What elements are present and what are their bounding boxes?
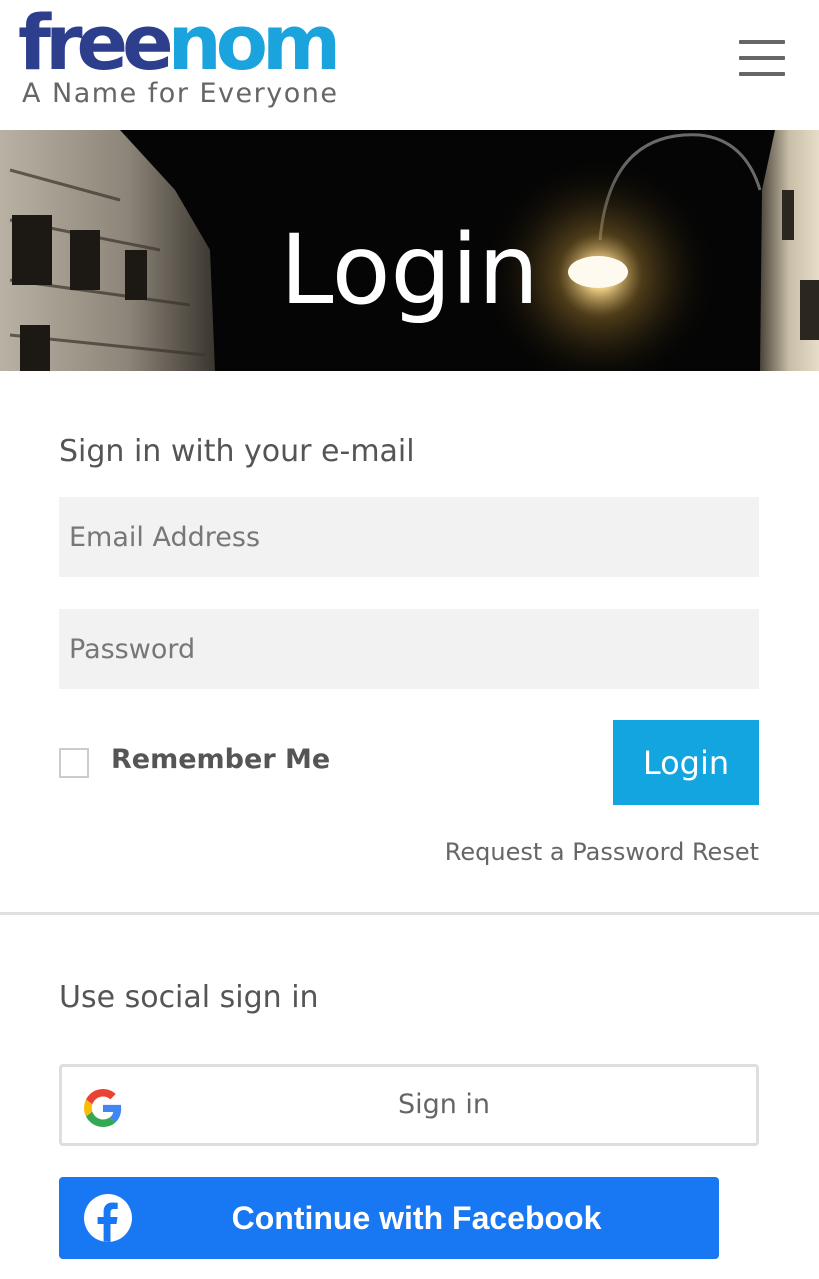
google-signin-button[interactable]: Sign in (59, 1064, 759, 1146)
menu-line (739, 40, 785, 44)
login-button[interactable]: Login (613, 720, 759, 805)
site-header: freenom A Name for Everyone (0, 0, 819, 130)
facebook-signin-label: Continue with Facebook (231, 1200, 602, 1236)
remember-me-checkbox[interactable] (59, 748, 89, 778)
email-signin-heading: Sign in with your e-mail (59, 434, 415, 469)
logo-text-nom: nom (167, 0, 341, 87)
social-signin-heading: Use social sign in (59, 980, 319, 1015)
login-banner: Login (0, 130, 819, 371)
hamburger-menu-icon[interactable] (737, 38, 785, 78)
logo-text-free: free (18, 0, 174, 87)
logo-tagline: A Name for Everyone (22, 78, 339, 109)
page-title: Login (280, 214, 539, 326)
freenom-logo[interactable]: freenom (18, 0, 341, 87)
email-field[interactable] (59, 497, 759, 577)
menu-line (739, 56, 785, 60)
google-signin-label: Sign in (397, 1089, 491, 1120)
menu-line (739, 72, 785, 76)
facebook-signin-button[interactable]: Continue with Facebook (59, 1177, 719, 1259)
remember-me-label[interactable]: Remember Me (111, 744, 330, 775)
section-divider (0, 912, 819, 915)
password-reset-link[interactable]: Request a Password Reset (445, 838, 759, 866)
password-field[interactable] (59, 609, 759, 689)
